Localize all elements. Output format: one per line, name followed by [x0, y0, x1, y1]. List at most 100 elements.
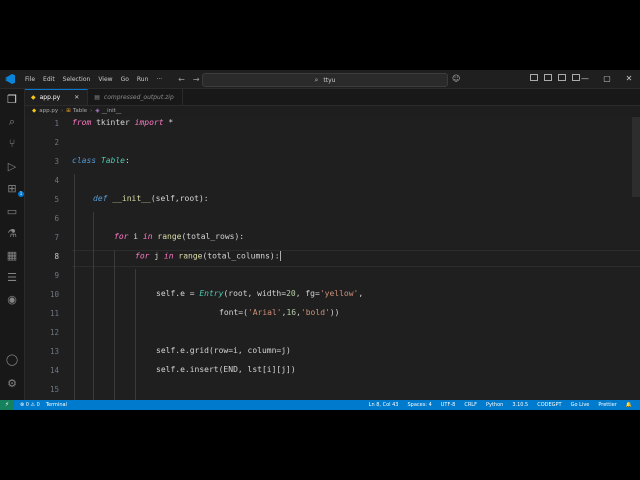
go-live-button[interactable]: Go Live: [571, 400, 590, 410]
code-line-8: for j in range(total_columns):: [135, 251, 281, 261]
menu-file[interactable]: File: [21, 76, 39, 83]
terminal-status[interactable]: Terminal: [46, 402, 67, 408]
line-number: 9: [54, 271, 59, 280]
indent-guide: [74, 174, 75, 400]
language-mode[interactable]: Python: [486, 400, 503, 410]
menu-go[interactable]: Go: [117, 76, 133, 83]
zip-file-icon: ▤: [94, 93, 100, 101]
search-icon: ⌕: [314, 75, 319, 84]
minimize-icon[interactable]: —: [574, 70, 596, 88]
breadcrumb-method[interactable]: __init__: [102, 108, 122, 114]
line-number: 6: [54, 214, 59, 223]
vscode-window: File Edit Selection View Go Run ··· ← → …: [0, 70, 640, 410]
forward-arrow-icon[interactable]: →: [193, 75, 200, 84]
vertical-scrollbar[interactable]: [632, 117, 640, 197]
tab-label: compressed_output.zip: [103, 93, 174, 101]
tab-compressed-output-zip[interactable]: ▤ compressed_output.zip: [88, 89, 183, 105]
code-line-7: for i in range(total_rows):: [114, 232, 245, 241]
text-cursor: [279, 251, 281, 261]
settings-gear-icon[interactable]: ⚙: [5, 377, 19, 391]
close-tab-icon[interactable]: ✕: [74, 94, 79, 101]
editor-tabs: ◆ app.py ✕ ▤ compressed_output.zip: [25, 89, 640, 106]
database-icon[interactable]: ☰: [5, 271, 19, 285]
restore-icon[interactable]: ▢: [596, 70, 618, 88]
extensions-icon[interactable]: ⊞ 1: [5, 182, 24, 197]
line-number: 10: [49, 290, 59, 299]
breadcrumb-file[interactable]: app.py: [39, 108, 58, 114]
code-line-5: def __init__(self,root):: [93, 194, 209, 203]
line-number: 8: [54, 252, 59, 261]
prettier-status[interactable]: Prettier: [598, 400, 616, 410]
vscode-logo-icon: [5, 74, 15, 84]
remote-explorer-icon[interactable]: ▭: [5, 205, 19, 219]
cursor-position[interactable]: Ln 8, Col 43: [369, 400, 399, 410]
nav-arrows: ← →: [178, 75, 199, 84]
breadcrumb: ◆ app.py › ⊞ Table › ◈ __init__: [25, 106, 121, 116]
menu-bar: File Edit Selection View Go Run ···: [21, 76, 166, 83]
line-number: 15: [49, 385, 59, 394]
status-bar: ⚡ ⊗ 0 ⚠ 0 Terminal Ln 8, Col 43 Spaces: …: [0, 400, 640, 410]
indent-guide: [114, 250, 115, 400]
explorer-icon[interactable]: ❐: [5, 93, 19, 107]
accounts-icon[interactable]: ◯: [5, 353, 19, 367]
python-file-icon: ◆: [31, 94, 36, 101]
command-center-text: ttyu: [323, 76, 336, 84]
tab-app-py[interactable]: ◆ app.py ✕: [25, 89, 89, 105]
menu-more[interactable]: ···: [152, 76, 166, 83]
toggle-panel-icon[interactable]: [544, 74, 552, 81]
toggle-sidebar-icon[interactable]: [530, 74, 538, 81]
problems-status[interactable]: ⊗ 0 ⚠ 0: [20, 402, 40, 408]
codegpt-status[interactable]: CODEGPT: [537, 400, 561, 410]
code-line-3: class Table:: [72, 156, 130, 165]
code-line-14: self.e.insert(END, lst[i][j]): [156, 365, 296, 374]
line-number: 5: [54, 195, 59, 204]
menu-run[interactable]: Run: [133, 76, 153, 83]
line-number: 13: [49, 347, 59, 356]
toggle-secondary-sidebar-icon[interactable]: [558, 74, 566, 81]
layout-controls: [530, 74, 580, 81]
jupyter-icon[interactable]: ▦: [5, 249, 19, 263]
search-view-icon[interactable]: ⌕: [5, 115, 19, 129]
line-number: 14: [49, 366, 59, 375]
breadcrumb-separator: ›: [61, 108, 64, 114]
tab-label: app.py: [39, 94, 61, 101]
remote-indicator-icon[interactable]: ⚡: [0, 400, 14, 410]
window-controls: — ▢ ✕: [574, 70, 640, 88]
end-of-line[interactable]: CRLF: [464, 400, 477, 410]
method-symbol-icon: ◈: [95, 108, 100, 114]
code-line-1: from tkinter import *: [72, 118, 174, 127]
line-number: 1: [54, 119, 59, 128]
code-line-10: self.e = Entry(root, width=20, fg='yello…: [156, 289, 364, 298]
indent-guide: [93, 212, 94, 400]
source-control-icon[interactable]: ⑂: [5, 137, 19, 151]
breadcrumb-separator: ›: [90, 108, 93, 114]
python-version[interactable]: 3.10.5: [512, 400, 528, 410]
command-center[interactable]: ⌕ ttyu: [202, 73, 448, 87]
back-arrow-icon[interactable]: ←: [178, 75, 185, 84]
menu-view[interactable]: View: [94, 76, 116, 83]
close-window-icon[interactable]: ✕: [618, 70, 640, 88]
line-number: 12: [49, 328, 59, 337]
encoding[interactable]: UTF-8: [441, 400, 456, 410]
menu-selection[interactable]: Selection: [59, 76, 95, 83]
line-number: 3: [54, 157, 59, 166]
code-line-11: font=('Arial',16,'bold')): [219, 308, 340, 317]
extensions-badge: 1: [18, 191, 24, 197]
menu-edit[interactable]: Edit: [39, 76, 59, 83]
title-bar: File Edit Selection View Go Run ··· ← → …: [0, 70, 640, 89]
line-number: 2: [54, 138, 59, 147]
indentation[interactable]: Spaces: 4: [407, 400, 431, 410]
codegpt-icon[interactable]: ◉: [5, 293, 19, 307]
activity-bar: ❐ ⌕ ⑂ ▷ ⊞ 1 ▭ ⚗ ▦ ☰ ◉ ◯ ⚙: [0, 89, 25, 400]
copilot-icon[interactable]: ☺: [452, 74, 460, 83]
line-number: 7: [54, 233, 59, 242]
breadcrumb-class[interactable]: Table: [73, 108, 87, 114]
code-editor[interactable]: 1 2 3 4 5 6 7 8 9 10 11 12 13 14 15 from…: [25, 117, 640, 400]
class-symbol-icon: ⊞: [66, 108, 71, 114]
testing-icon[interactable]: ⚗: [5, 227, 19, 241]
notifications-bell-icon[interactable]: 🔔: [626, 400, 632, 410]
run-debug-icon[interactable]: ▷: [5, 160, 19, 174]
indent-guide: [135, 269, 136, 400]
line-number: 4: [54, 176, 59, 185]
python-file-icon: ◆: [32, 108, 37, 114]
